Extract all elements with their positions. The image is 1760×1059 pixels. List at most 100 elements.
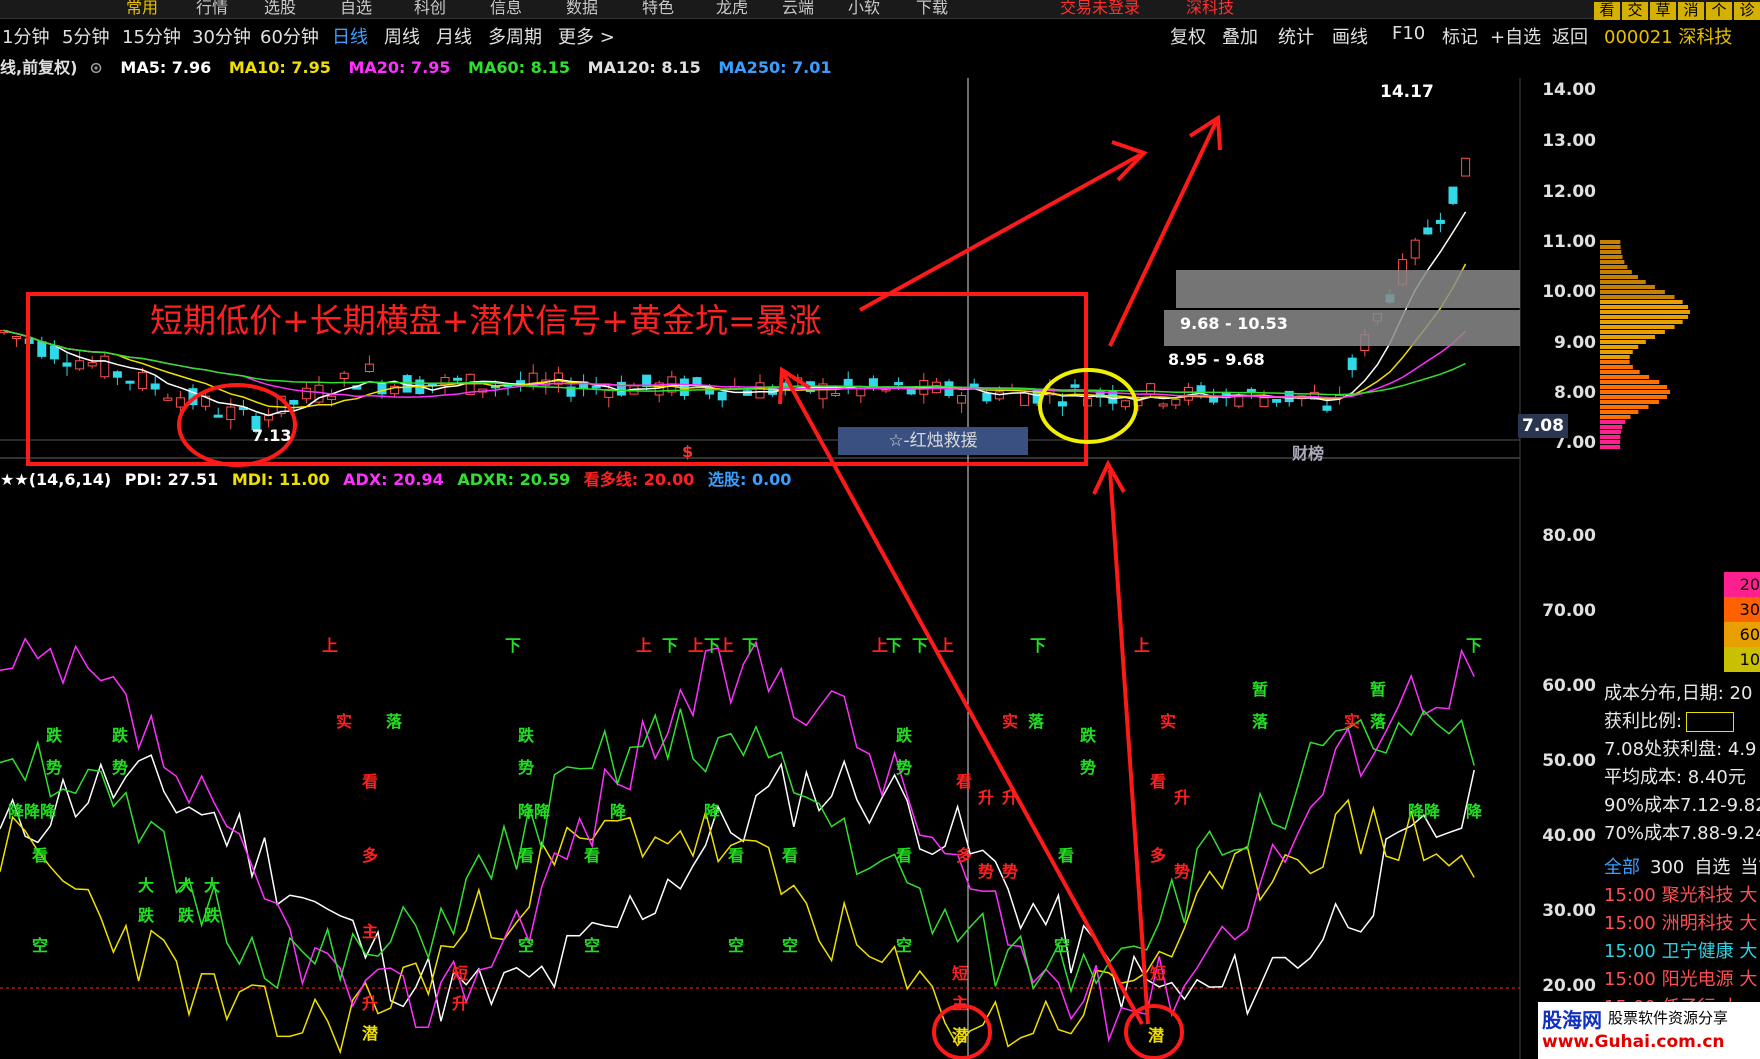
cost-bar xyxy=(1600,395,1667,399)
cost-bar xyxy=(1600,310,1690,314)
signal-mark: 多 xyxy=(1150,846,1167,865)
signal-mark: 上 xyxy=(1134,636,1151,655)
candle xyxy=(957,395,967,404)
candle xyxy=(1020,392,1030,406)
signal-mark: 看 xyxy=(956,772,973,791)
signal-mark: 大 xyxy=(204,876,221,895)
signal-mark: 空 xyxy=(584,936,601,955)
price-axis-label: 13.00 xyxy=(1542,131,1596,151)
candle xyxy=(982,392,992,402)
ind-axis-label: 40.00 xyxy=(1542,826,1596,846)
dollar-mark: $ xyxy=(682,442,694,461)
signal-mark: 看 xyxy=(518,846,535,865)
signal-mark: 上 xyxy=(636,636,653,655)
zone2-label: 8.95 - 9.68 xyxy=(1168,350,1265,369)
tab-current[interactable]: 当前 xyxy=(1740,857,1760,878)
candle xyxy=(1272,398,1282,403)
ind-axis-label: 80.00 xyxy=(1542,526,1596,546)
cost-bar xyxy=(1600,240,1621,244)
signal-mark: 空 xyxy=(728,936,745,955)
cost-bar xyxy=(1600,365,1633,369)
cost-bar xyxy=(1600,335,1655,339)
signal-mark: 降降 xyxy=(518,802,551,821)
signal-mark: 看 xyxy=(362,772,379,791)
signal-mark: 暂 xyxy=(1252,680,1269,699)
signal-mark: 空 xyxy=(1054,936,1071,955)
price-axis-label: 14.00 xyxy=(1542,80,1596,100)
signal-mark: 下 xyxy=(662,636,679,655)
candle xyxy=(717,391,727,401)
signal-mark: 下 xyxy=(1030,636,1047,655)
signal-mark: 空 xyxy=(32,936,49,955)
signal-mark: 潜 xyxy=(1148,1026,1165,1045)
candle xyxy=(1259,397,1269,408)
signal-mark: 跌 xyxy=(112,726,129,745)
candle xyxy=(1246,388,1256,393)
signal-mark: 暂 xyxy=(1370,680,1387,699)
cost-bar xyxy=(1600,265,1628,269)
signal-mark: 空 xyxy=(518,936,535,955)
swatch-10: 10 xyxy=(1724,647,1760,672)
candle xyxy=(1322,405,1332,411)
signal-mark: 看 xyxy=(896,846,913,865)
cost-bar xyxy=(1600,400,1659,404)
signal-mark: 降降 xyxy=(1408,802,1441,821)
signal-mark: 降 xyxy=(704,802,721,821)
cost-bar xyxy=(1600,325,1675,329)
candle xyxy=(339,372,349,379)
cost-swatches: 20 30 60 10 xyxy=(1724,572,1760,672)
tab-300[interactable]: 300 xyxy=(1650,857,1684,878)
candle xyxy=(138,371,148,390)
candle xyxy=(213,414,223,418)
zone1-label: 9.68 - 10.53 xyxy=(1180,314,1288,333)
profit-ratio-label: 获利比例: xyxy=(1604,708,1760,736)
average-cost: 平均成本: 8.40元 xyxy=(1604,767,1746,788)
signal-mark: 看 xyxy=(1150,772,1167,791)
candle xyxy=(1183,386,1193,401)
signal-mark: 下 xyxy=(912,636,929,655)
red-candle-rescue-button[interactable]: ☆-红烛救援 xyxy=(838,427,1028,455)
cost-title: 成本分布,日期: 20 xyxy=(1604,683,1753,704)
cost-bar xyxy=(1600,410,1639,414)
candle xyxy=(831,392,841,396)
signal-mark: 下 xyxy=(1466,636,1483,655)
cost-bar xyxy=(1600,315,1689,319)
list-item[interactable]: 15:00 卫宁健康 大 xyxy=(1604,938,1760,966)
signal-mark: 势 xyxy=(46,758,63,777)
list-item[interactable]: 15:00 聚光科技 大 xyxy=(1604,882,1760,910)
candle xyxy=(87,362,97,367)
signal-mark: 看 xyxy=(728,846,745,865)
list-item[interactable]: 15:00 洲明科技 大 xyxy=(1604,910,1760,938)
cost-bar xyxy=(1600,445,1621,449)
signal-mark: 升 xyxy=(1174,788,1191,807)
watermark-slogan: 股票软件资源分享 xyxy=(1608,1009,1729,1027)
ind-axis-label: 30.00 xyxy=(1542,901,1596,921)
cost-bar xyxy=(1600,290,1665,294)
candle xyxy=(1448,186,1458,204)
price-axis-label: 12.00 xyxy=(1542,182,1596,202)
tab-watchlist[interactable]: 自选 xyxy=(1694,857,1730,878)
cost-bar xyxy=(1600,330,1665,334)
candle xyxy=(1423,227,1433,235)
candle xyxy=(1057,401,1067,407)
tab-all[interactable]: 全部 xyxy=(1604,857,1640,878)
candle xyxy=(12,335,22,339)
price-axis-label: 11.00 xyxy=(1542,232,1596,252)
signal-mark: 势 xyxy=(1080,758,1097,777)
cost-bar xyxy=(1600,430,1621,434)
list-item[interactable]: 15:00 阳光电源 大 xyxy=(1604,966,1760,994)
candle xyxy=(894,382,904,386)
cost-bar xyxy=(1600,295,1675,299)
cost-bar xyxy=(1600,385,1668,389)
signal-mark: 实 xyxy=(336,712,353,731)
cost-bar xyxy=(1600,420,1626,424)
candle xyxy=(100,355,110,378)
price-axis-label: 10.00 xyxy=(1542,282,1596,302)
signal-mark: 短 xyxy=(1150,964,1167,983)
cost-bar xyxy=(1600,255,1623,259)
candle xyxy=(1435,219,1445,224)
caibang-label[interactable]: 财榜 xyxy=(1292,440,1324,464)
signal-mark: 升 xyxy=(1002,788,1019,807)
candle xyxy=(1120,400,1130,408)
kline-chart[interactable] xyxy=(0,0,1760,1059)
